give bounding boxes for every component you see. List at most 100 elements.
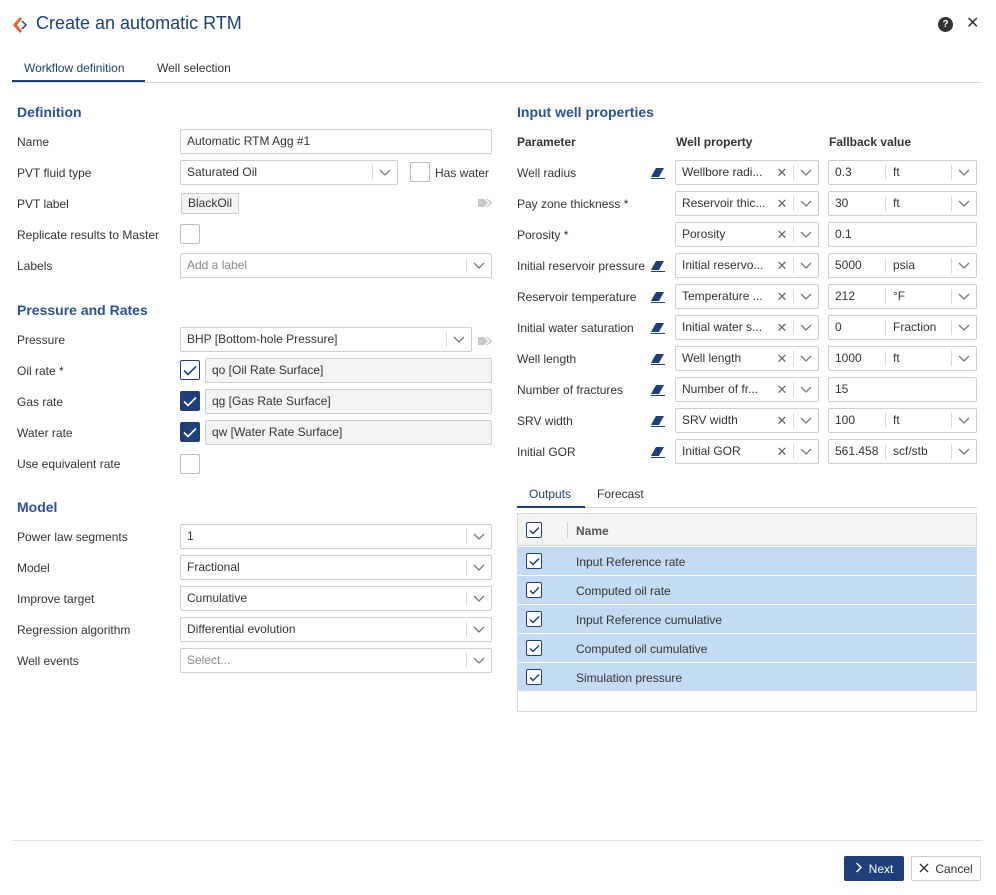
fallback-value-input[interactable]: 561.458 <box>835 440 878 463</box>
table-row[interactable]: Input Reference cumulative <box>518 605 976 634</box>
chevron-down-icon[interactable] <box>953 440 975 463</box>
chevron-down-icon[interactable] <box>795 409 817 432</box>
fallback-value-field[interactable]: 0 Fraction <box>828 315 977 340</box>
chevron-down-icon[interactable] <box>953 254 975 277</box>
well-property-select[interactable]: Initial GOR ✕ <box>675 439 819 464</box>
labels-select[interactable]: Add a label <box>180 253 492 278</box>
cancel-button[interactable]: Cancel <box>911 856 981 881</box>
fallback-value-field[interactable]: 0.3 ft <box>828 160 977 185</box>
model-select[interactable]: Fractional <box>180 555 492 580</box>
fallback-value-input[interactable]: 5000 <box>835 254 862 277</box>
chevron-down-icon[interactable] <box>795 316 817 339</box>
fallback-unit-select[interactable]: Fraction <box>893 316 936 339</box>
chevron-down-icon[interactable] <box>374 161 396 184</box>
chevron-down-icon[interactable] <box>795 254 817 277</box>
well-property-select[interactable]: Number of fr... ✕ <box>675 377 819 402</box>
pressure-select[interactable]: BHP [Bottom-hole Pressure] <box>180 327 472 352</box>
row-checkbox[interactable] <box>526 669 542 685</box>
fallback-value-field[interactable]: 561.458 scf/stb <box>828 439 977 464</box>
clear-icon[interactable]: ✕ <box>774 161 790 184</box>
fallback-value-input[interactable]: 0.3 <box>835 161 852 184</box>
tab-well-selection[interactable]: Well selection <box>157 61 231 75</box>
oil-rate-field[interactable]: qo [Oil Rate Surface] <box>205 358 492 383</box>
close-icon[interactable]: ✕ <box>966 15 979 33</box>
table-row[interactable]: Computed oil rate <box>518 576 976 605</box>
clear-icon[interactable]: ✕ <box>774 254 790 277</box>
well-property-select[interactable]: Initial water s... ✕ <box>675 315 819 340</box>
chevron-down-icon[interactable] <box>795 378 817 401</box>
well-events-select[interactable]: Select... <box>180 648 492 673</box>
well-property-select[interactable]: SRV width ✕ <box>675 408 819 433</box>
chevron-down-icon[interactable] <box>795 192 817 215</box>
clear-icon[interactable]: ✕ <box>774 285 790 308</box>
fallback-value-field[interactable]: 5000 psia <box>828 253 977 278</box>
fallback-unit-select[interactable]: ft <box>893 192 900 215</box>
fallback-value-input[interactable]: 30 <box>835 192 848 215</box>
col-name-header[interactable]: Name <box>576 524 609 538</box>
clear-icon[interactable]: ✕ <box>774 316 790 339</box>
gas-rate-field[interactable]: qg [Gas Rate Surface] <box>205 389 492 414</box>
table-row[interactable]: Computed oil cumulative <box>518 634 976 663</box>
fallback-value-input[interactable]: 0.1 <box>828 222 977 247</box>
fallback-value-input[interactable]: 15 <box>828 377 977 402</box>
clear-icon[interactable]: ✕ <box>774 347 790 370</box>
chevron-down-icon[interactable] <box>953 316 975 339</box>
row-checkbox[interactable] <box>526 553 542 569</box>
clear-icon[interactable]: ✕ <box>774 409 790 432</box>
well-property-select[interactable]: Reservoir thic... ✕ <box>675 191 819 216</box>
water-rate-field[interactable]: qw [Water Rate Surface] <box>205 420 492 445</box>
fallback-value-input[interactable]: 0 <box>835 316 842 339</box>
fallback-value-field[interactable]: 212 °F <box>828 284 977 309</box>
oil-rate-checkbox[interactable] <box>180 360 200 380</box>
fallback-value-field[interactable]: 30 ft <box>828 191 977 216</box>
clear-icon[interactable]: ✕ <box>774 223 790 246</box>
well-property-select[interactable]: Porosity ✕ <box>675 222 819 247</box>
well-property-select[interactable]: Well length ✕ <box>675 346 819 371</box>
row-checkbox[interactable] <box>526 611 542 627</box>
tag-icon[interactable] <box>478 335 492 349</box>
eraser-icon[interactable] <box>651 167 665 182</box>
chevron-down-icon[interactable] <box>953 161 975 184</box>
row-checkbox[interactable] <box>526 582 542 598</box>
improve-target-select[interactable]: Cumulative <box>180 586 492 611</box>
chevron-down-icon[interactable] <box>795 285 817 308</box>
water-rate-checkbox[interactable] <box>180 422 200 442</box>
chevron-down-icon[interactable] <box>468 525 490 548</box>
well-property-select[interactable]: Wellbore radi... ✕ <box>675 160 819 185</box>
eraser-icon[interactable] <box>651 260 665 275</box>
fallback-value-input[interactable]: 100 <box>835 409 855 432</box>
fallback-value-input[interactable]: 1000 <box>835 347 862 370</box>
eraser-icon[interactable] <box>651 415 665 430</box>
row-checkbox[interactable] <box>526 640 542 656</box>
tab-forecast[interactable]: Forecast <box>597 487 644 501</box>
table-row[interactable]: Input Reference rate <box>518 547 976 576</box>
next-button[interactable]: Next <box>844 856 904 881</box>
chevron-down-icon[interactable] <box>468 587 490 610</box>
eraser-icon[interactable] <box>651 322 665 337</box>
chevron-down-icon[interactable] <box>468 254 490 277</box>
eraser-icon[interactable] <box>651 291 665 306</box>
chevron-down-icon[interactable] <box>448 328 470 351</box>
fallback-unit-select[interactable]: scf/stb <box>893 440 928 463</box>
fallback-value-field[interactable]: 100 ft <box>828 408 977 433</box>
regression-algorithm-select[interactable]: Differential evolution <box>180 617 492 642</box>
eraser-icon[interactable] <box>651 384 665 399</box>
well-property-select[interactable]: Temperature ... ✕ <box>675 284 819 309</box>
fallback-unit-select[interactable]: ft <box>893 161 900 184</box>
chevron-down-icon[interactable] <box>795 347 817 370</box>
chevron-down-icon[interactable] <box>795 440 817 463</box>
chevron-down-icon[interactable] <box>953 409 975 432</box>
table-row[interactable]: Simulation pressure <box>518 663 976 692</box>
chevron-down-icon[interactable] <box>953 192 975 215</box>
clear-icon[interactable]: ✕ <box>774 192 790 215</box>
fallback-unit-select[interactable]: ft <box>893 347 900 370</box>
fallback-value-input[interactable]: 212 <box>835 285 855 308</box>
well-property-select[interactable]: Initial reservo... ✕ <box>675 253 819 278</box>
chevron-down-icon[interactable] <box>953 285 975 308</box>
name-input[interactable]: Automatic RTM Agg #1 <box>180 129 492 154</box>
power-law-segments-select[interactable]: 1 <box>180 524 492 549</box>
has-water-checkbox[interactable] <box>410 162 430 182</box>
chevron-down-icon[interactable] <box>795 161 817 184</box>
fallback-unit-select[interactable]: ft <box>893 409 900 432</box>
gas-rate-checkbox[interactable] <box>180 391 200 411</box>
